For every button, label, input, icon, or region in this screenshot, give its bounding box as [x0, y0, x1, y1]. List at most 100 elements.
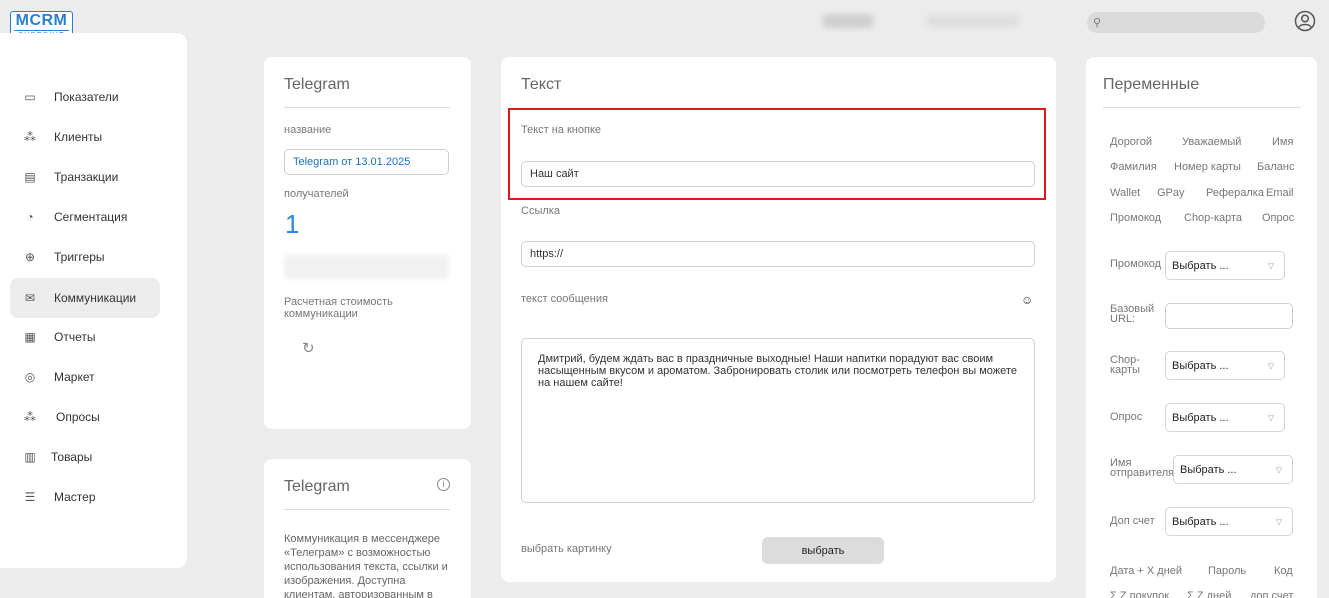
recipients-label: получателей	[284, 188, 349, 200]
select-value: Выбрать ...	[1172, 259, 1229, 272]
chevron-down-icon: ▽	[1275, 517, 1282, 526]
select-value: Выбрать ...	[1172, 515, 1229, 528]
extra-account-label: Доп счет	[1110, 515, 1155, 527]
telegram-info-card: Telegram i Коммуникация в мессенджере «Т…	[264, 459, 471, 598]
button-text-field[interactable]	[521, 161, 1035, 187]
search-input[interactable]	[1105, 14, 1255, 31]
message-label: текст сообщения	[521, 293, 608, 305]
card-title: Текст	[521, 76, 562, 93]
chop-select[interactable]: Выбрать ... ▽	[1165, 351, 1285, 380]
search-box[interactable]: ⚲	[1087, 12, 1265, 33]
sidebar-item-dashboard[interactable]: ▭ Показатели	[10, 77, 160, 117]
emoji-icon[interactable]: ☺	[1021, 293, 1033, 307]
blurred-field	[284, 255, 449, 279]
base-url-field[interactable]	[1165, 303, 1293, 329]
variable-chip[interactable]: Фамилия	[1110, 161, 1157, 173]
chevron-down-icon: ▽	[1275, 465, 1282, 474]
variable-chip[interactable]: GPay	[1157, 187, 1185, 199]
variable-chip[interactable]: Код	[1274, 565, 1293, 577]
sidebar-item-label: Маркет	[54, 370, 95, 384]
recipients-count: 1	[285, 209, 300, 239]
sidebar-item-label: Сегментация	[54, 210, 128, 224]
variable-chip[interactable]: Wallet	[1110, 187, 1140, 199]
promocode-label: Промокод	[1110, 258, 1162, 270]
button-text-label: Текст на кнопке	[521, 124, 602, 136]
sidebar-item-clients[interactable]: ⁂ Клиенты	[10, 117, 160, 157]
variables-card: Переменные Дорогой Уважаемый Имя Фамилия…	[1086, 57, 1317, 598]
info-icon[interactable]: i	[437, 478, 450, 491]
telegram-settings-card: Telegram название получателей 1 Расчетна…	[264, 57, 471, 429]
variable-chip[interactable]: Уважаемый	[1182, 136, 1241, 148]
variable-chip[interactable]: Пароль	[1208, 565, 1246, 577]
variable-chip[interactable]: Рефералка	[1206, 187, 1264, 199]
link-label: Ссылка	[521, 205, 560, 217]
card-title: Telegram	[284, 76, 350, 93]
sidebar-item-label: Клиенты	[54, 130, 103, 144]
sidebar-item-transactions[interactable]: ▤ Транзакции	[10, 157, 160, 197]
sidebar-item-label: Коммуникации	[54, 291, 137, 305]
message-textarea[interactable]: Дмитрий, будем ждать вас в праздничные в…	[521, 338, 1035, 503]
sender-label: Имя отправителя	[1110, 457, 1175, 479]
sender-select[interactable]: Выбрать ... ▽	[1173, 455, 1293, 484]
sliders-icon: ☰	[24, 490, 36, 504]
top-bar: MCRM SUPERKIT ⚲	[0, 0, 1329, 44]
variable-chip[interactable]: Промокод	[1110, 212, 1161, 224]
poll-label: Опрос	[1110, 411, 1143, 423]
monitor-icon: ▭	[24, 90, 36, 104]
sidebar-item-master[interactable]: ☰ Мастер	[10, 477, 160, 517]
variable-chip[interactable]: Баланс	[1257, 161, 1294, 173]
sidebar-item-reports[interactable]: ▦ Отчеты	[10, 317, 160, 357]
sidebar-item-label: Триггеры	[54, 250, 105, 264]
variable-chip[interactable]: Имя	[1272, 136, 1293, 148]
mail-icon: ✉	[24, 291, 36, 305]
sidebar-item-label: Показатели	[54, 90, 119, 104]
chop-label: Chop-карты	[1110, 354, 1140, 376]
info-text: Коммуникация в мессенджере «Телеграм» с …	[284, 533, 448, 598]
select-value: Выбрать ...	[1172, 411, 1229, 424]
variable-chip[interactable]: Email	[1266, 187, 1294, 199]
name-label: название	[284, 124, 332, 136]
name-field[interactable]	[284, 149, 449, 175]
blurred-header-text	[822, 14, 874, 28]
sidebar-item-communications[interactable]: ✉ Коммуникации	[10, 278, 160, 318]
variable-chip[interactable]: Σ Z покупок	[1110, 590, 1169, 598]
variable-chip[interactable]: Опрос	[1262, 212, 1294, 224]
sidebar-item-products[interactable]: ▥ Товары	[10, 437, 160, 477]
sidebar-item-triggers[interactable]: ⊕ Триггеры	[10, 237, 160, 277]
sidebar-item-label: Мастер	[54, 490, 96, 504]
sidebar-item-label: Опросы	[56, 410, 100, 424]
promocode-select[interactable]: Выбрать ... ▽	[1165, 251, 1285, 280]
users-icon: ⁂	[24, 130, 36, 144]
chevron-down-icon: ▽	[1267, 261, 1274, 270]
user-circle-icon[interactable]	[1294, 10, 1316, 32]
chevron-down-icon: ▽	[1267, 361, 1274, 370]
variable-chip[interactable]: Σ Z дней	[1187, 590, 1231, 598]
chevron-down-icon: ▽	[1267, 413, 1274, 422]
base-url-label: Базовый URL:	[1110, 303, 1155, 325]
variable-chip[interactable]: Chop-карта	[1184, 212, 1242, 224]
sidebar-item-label: Отчеты	[54, 330, 96, 344]
sidebar-item-segmentation[interactable]: ◔ Сегментация	[10, 197, 160, 237]
variable-chip[interactable]: Дорогой	[1110, 136, 1152, 148]
variable-chip[interactable]: доп счет	[1250, 590, 1293, 598]
variable-chip[interactable]: Дата + X дней	[1110, 565, 1182, 577]
report-icon: ▦	[24, 330, 36, 344]
sidebar-item-label: Транзакции	[54, 170, 119, 184]
poll-select[interactable]: Выбрать ... ▽	[1165, 403, 1285, 432]
sidebar-item-polls[interactable]: ⁂ Опросы	[10, 397, 160, 437]
image-label: выбрать картинку	[521, 543, 612, 555]
variable-chip[interactable]: Номер карты	[1174, 161, 1241, 173]
logo-text: MCRM	[15, 12, 68, 29]
search-icon: ⚲	[1093, 17, 1102, 29]
select-value: Выбрать ...	[1180, 463, 1237, 476]
select-value: Выбрать ...	[1172, 359, 1229, 372]
choose-image-button[interactable]: выбрать	[762, 537, 884, 564]
link-field[interactable]	[521, 241, 1035, 267]
sidebar-item-market[interactable]: ◎ Маркет	[10, 357, 160, 397]
divider	[284, 107, 450, 108]
blurred-header-text	[926, 15, 1020, 27]
poll-icon: ⁂	[24, 410, 36, 424]
pie-icon: ◔	[26, 210, 34, 224]
refresh-icon[interactable]: ↻	[302, 339, 315, 357]
extra-account-select[interactable]: Выбрать ... ▽	[1165, 507, 1293, 536]
